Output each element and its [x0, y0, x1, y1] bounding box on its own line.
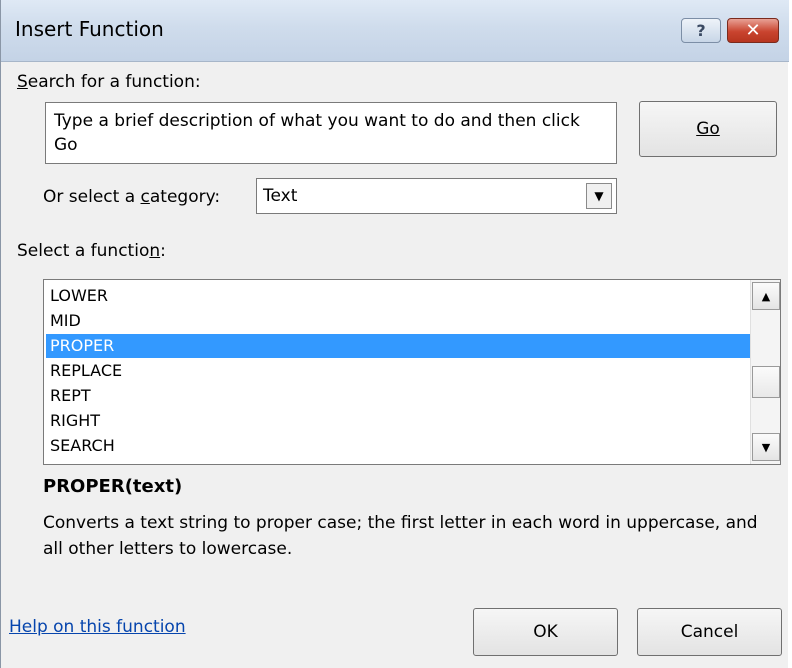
function-list-item[interactable]: LOWER — [46, 284, 752, 308]
search-label: Search for a function: — [17, 72, 201, 92]
function-list-item[interactable]: MID — [46, 309, 752, 333]
function-list-item[interactable]: PROPER — [46, 334, 752, 358]
scroll-down-icon[interactable]: ▼ — [752, 433, 780, 461]
function-listbox[interactable]: LOWER MID PROPER REPLACE REPT RIGHT SEARCH ▲ ▼ — [43, 279, 781, 465]
category-label-mnemonic: c — [140, 187, 150, 207]
function-label-prefix: Select a functio — [17, 241, 150, 261]
search-input[interactable]: Type a brief description of what you wan… — [45, 102, 617, 164]
close-icon: ✕ — [745, 20, 761, 41]
cancel-button-label: Cancel — [680, 622, 739, 642]
scroll-up-icon[interactable]: ▲ — [752, 282, 780, 310]
ok-button[interactable]: OK — [473, 608, 618, 656]
go-button-label: Go — [696, 119, 720, 139]
help-button[interactable]: ? — [681, 18, 721, 43]
close-button[interactable]: ✕ — [727, 18, 779, 43]
go-button[interactable]: Go — [639, 101, 777, 157]
function-description: Converts a text string to proper case; t… — [43, 513, 758, 559]
insert-function-dialog: Insert Function ? ✕ Search for a functio… — [0, 0, 789, 668]
question-mark-icon: ? — [696, 21, 706, 40]
function-list-label: Select a function: — [17, 241, 166, 261]
list-scrollbar[interactable]: ▲ ▼ — [750, 280, 780, 464]
function-label-suffix: : — [160, 241, 166, 261]
dropdown-arrow-icon[interactable]: ▼ — [586, 183, 612, 209]
title-bar[interactable]: Insert Function ? ✕ — [1, 0, 789, 62]
dialog-title: Insert Function — [15, 17, 164, 41]
function-signature: PROPER(text) — [43, 476, 183, 497]
function-list-item[interactable]: REPT — [46, 384, 752, 408]
cancel-button[interactable]: Cancel — [637, 608, 782, 656]
function-list-item[interactable]: SEARCH — [46, 434, 752, 458]
help-on-function-link[interactable]: Help on this function — [9, 617, 186, 637]
category-label-prefix: Or select a — [43, 187, 141, 207]
scroll-thumb[interactable] — [752, 366, 780, 398]
function-label-mnemonic: n — [149, 241, 161, 261]
category-label-suffix: ategory: — [149, 187, 221, 207]
category-label: Or select a category: — [43, 187, 220, 207]
category-select[interactable]: Text ▼ — [256, 178, 617, 214]
search-label-rest: earch for a function: — [27, 72, 201, 92]
function-list-item[interactable]: RIGHT — [46, 409, 752, 433]
search-label-mnemonic: S — [17, 72, 28, 92]
ok-button-label: OK — [533, 622, 558, 642]
function-list-item[interactable]: REPLACE — [46, 359, 752, 383]
category-selected-value: Text — [263, 186, 298, 206]
